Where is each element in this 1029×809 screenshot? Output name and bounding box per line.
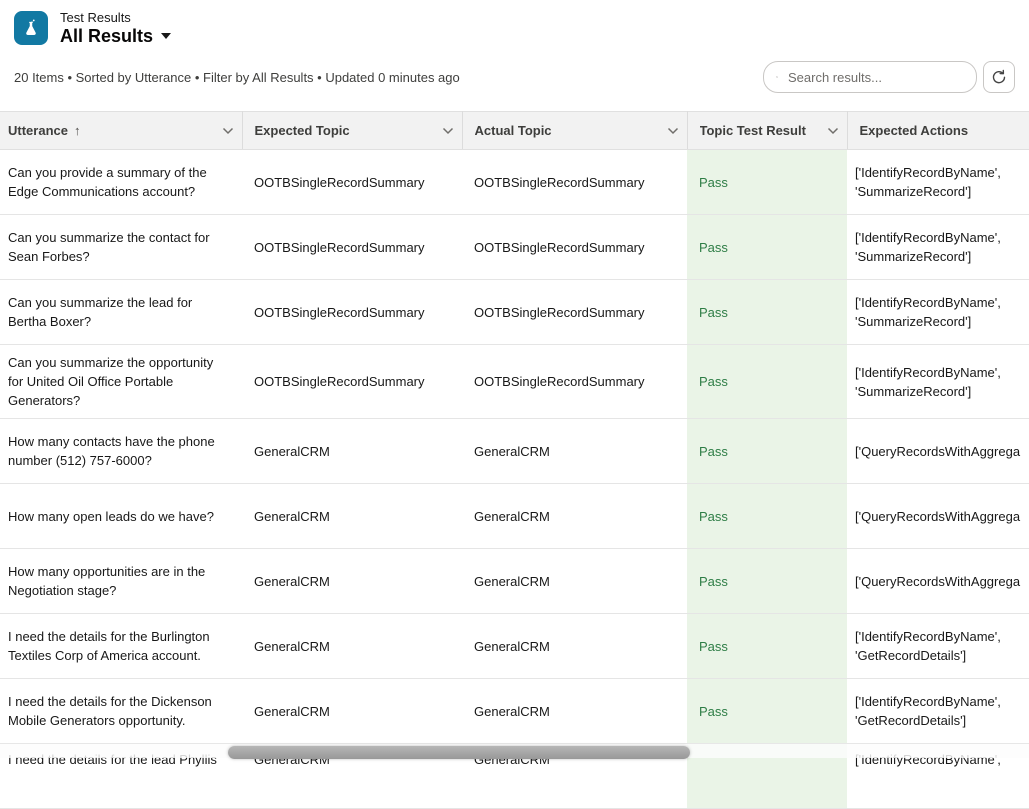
expected-actions-cell: ['IdentifyRecordByName', 'GetRecordDetai… — [847, 679, 1029, 744]
expected-topic-cell: GeneralCRM — [242, 484, 462, 549]
horizontal-scrollbar-track — [0, 743, 1029, 758]
list-view-selector[interactable]: All Results — [60, 26, 171, 46]
actual-topic-cell: GeneralCRM — [462, 419, 687, 484]
expected-actions-cell: ['IdentifyRecordByName', 'SummarizeRecor… — [847, 150, 1029, 215]
actual-topic-cell: GeneralCRM — [462, 484, 687, 549]
column-menu-chevron-icon[interactable] — [222, 127, 234, 135]
column-header-expected-actions[interactable]: Expected Actions — [847, 112, 1029, 150]
topic-test-result-cell: Pass — [687, 345, 847, 419]
table-row: Can you summarize the opportunity for Un… — [0, 345, 1029, 419]
table-row: Can you summarize the contact for Sean F… — [0, 215, 1029, 280]
expected-topic-cell: OOTBSingleRecordSummary — [242, 280, 462, 345]
topic-test-result-cell: Pass — [687, 215, 847, 280]
column-header-actual-topic[interactable]: Actual Topic — [462, 112, 687, 150]
refresh-icon — [991, 69, 1007, 85]
expected-actions-cell: ['IdentifyRecordByName', 'SummarizeRecor… — [847, 215, 1029, 280]
results-table-body: Can you provide a summary of the Edge Co… — [0, 150, 1029, 809]
table-row: I need the details for the Burlington Te… — [0, 614, 1029, 679]
utterance-cell: Can you provide a summary of the Edge Co… — [0, 150, 242, 215]
expected-topic-cell: GeneralCRM — [242, 419, 462, 484]
table-row: How many contacts have the phone number … — [0, 419, 1029, 484]
table-header-row: Utterance ↑ Expected Topic — [0, 112, 1029, 150]
table-row: Can you summarize the lead for Bertha Bo… — [0, 280, 1029, 345]
actual-topic-cell: GeneralCRM — [462, 549, 687, 614]
page-title: Test Results — [60, 10, 171, 25]
expected-topic-cell: GeneralCRM — [242, 549, 462, 614]
expected-topic-cell: OOTBSingleRecordSummary — [242, 215, 462, 280]
expected-topic-cell: OOTBSingleRecordSummary — [242, 150, 462, 215]
actual-topic-cell: GeneralCRM — [462, 614, 687, 679]
expected-actions-cell: ['IdentifyRecordByName', 'SummarizeRecor… — [847, 280, 1029, 345]
expected-actions-cell: ['IdentifyRecordByName', 'GetRecordDetai… — [847, 614, 1029, 679]
column-header-expected-topic[interactable]: Expected Topic — [242, 112, 462, 150]
column-menu-chevron-icon[interactable] — [667, 127, 679, 135]
topic-test-result-cell: Pass — [687, 484, 847, 549]
search-icon — [776, 70, 778, 84]
search-input[interactable] — [786, 69, 966, 86]
page-header: Test Results All Results 20 Items • Sort… — [0, 0, 1029, 94]
topic-test-result-cell: Pass — [687, 679, 847, 744]
test-results-flask-icon — [14, 11, 48, 45]
column-menu-chevron-icon[interactable] — [827, 127, 839, 135]
utterance-cell: I need the details for the Burlington Te… — [0, 614, 242, 679]
expected-actions-cell: ['QueryRecordsWithAggrega — [847, 484, 1029, 549]
table-row: How many opportunities are in the Negoti… — [0, 549, 1029, 614]
expected-topic-cell: GeneralCRM — [242, 679, 462, 744]
expected-topic-cell: OOTBSingleRecordSummary — [242, 345, 462, 419]
actual-topic-cell: OOTBSingleRecordSummary — [462, 345, 687, 419]
topic-test-result-cell: Pass — [687, 419, 847, 484]
utterance-cell: I need the details for the Dickenson Mob… — [0, 679, 242, 744]
topic-test-result-cell: Pass — [687, 614, 847, 679]
expected-topic-cell: GeneralCRM — [242, 614, 462, 679]
horizontal-scrollbar-thumb[interactable] — [228, 746, 690, 759]
search-box — [763, 61, 977, 93]
utterance-cell: Can you summarize the opportunity for Un… — [0, 345, 242, 419]
list-view-label: All Results — [60, 26, 153, 46]
utterance-cell: How many opportunities are in the Negoti… — [0, 549, 242, 614]
table-row: I need the details for the Dickenson Mob… — [0, 679, 1029, 744]
column-header-topic-test-result[interactable]: Topic Test Result — [687, 112, 847, 150]
refresh-button[interactable] — [983, 61, 1015, 93]
utterance-cell: How many contacts have the phone number … — [0, 419, 242, 484]
utterance-cell: Can you summarize the contact for Sean F… — [0, 215, 242, 280]
dropdown-triangle-icon — [161, 33, 171, 39]
topic-test-result-cell: Pass — [687, 150, 847, 215]
topic-test-result-cell: Pass — [687, 280, 847, 345]
expected-actions-cell: ['QueryRecordsWithAggrega — [847, 419, 1029, 484]
actual-topic-cell: GeneralCRM — [462, 679, 687, 744]
actual-topic-cell: OOTBSingleRecordSummary — [462, 150, 687, 215]
utterance-cell: Can you summarize the lead for Bertha Bo… — [0, 280, 242, 345]
actual-topic-cell: OOTBSingleRecordSummary — [462, 280, 687, 345]
sort-ascending-icon: ↑ — [74, 123, 81, 138]
column-menu-chevron-icon[interactable] — [442, 127, 454, 135]
expected-actions-cell: ['IdentifyRecordByName', 'SummarizeRecor… — [847, 345, 1029, 419]
table-row: How many open leads do we have? GeneralC… — [0, 484, 1029, 549]
results-table: Utterance ↑ Expected Topic — [0, 111, 1029, 809]
utterance-cell: How many open leads do we have? — [0, 484, 242, 549]
expected-actions-cell: ['QueryRecordsWithAggrega — [847, 549, 1029, 614]
column-header-utterance[interactable]: Utterance ↑ — [0, 112, 242, 150]
table-row: Can you provide a summary of the Edge Co… — [0, 150, 1029, 215]
actual-topic-cell: OOTBSingleRecordSummary — [462, 215, 687, 280]
topic-test-result-cell: Pass — [687, 549, 847, 614]
list-summary-text: 20 Items • Sorted by Utterance • Filter … — [14, 70, 460, 85]
